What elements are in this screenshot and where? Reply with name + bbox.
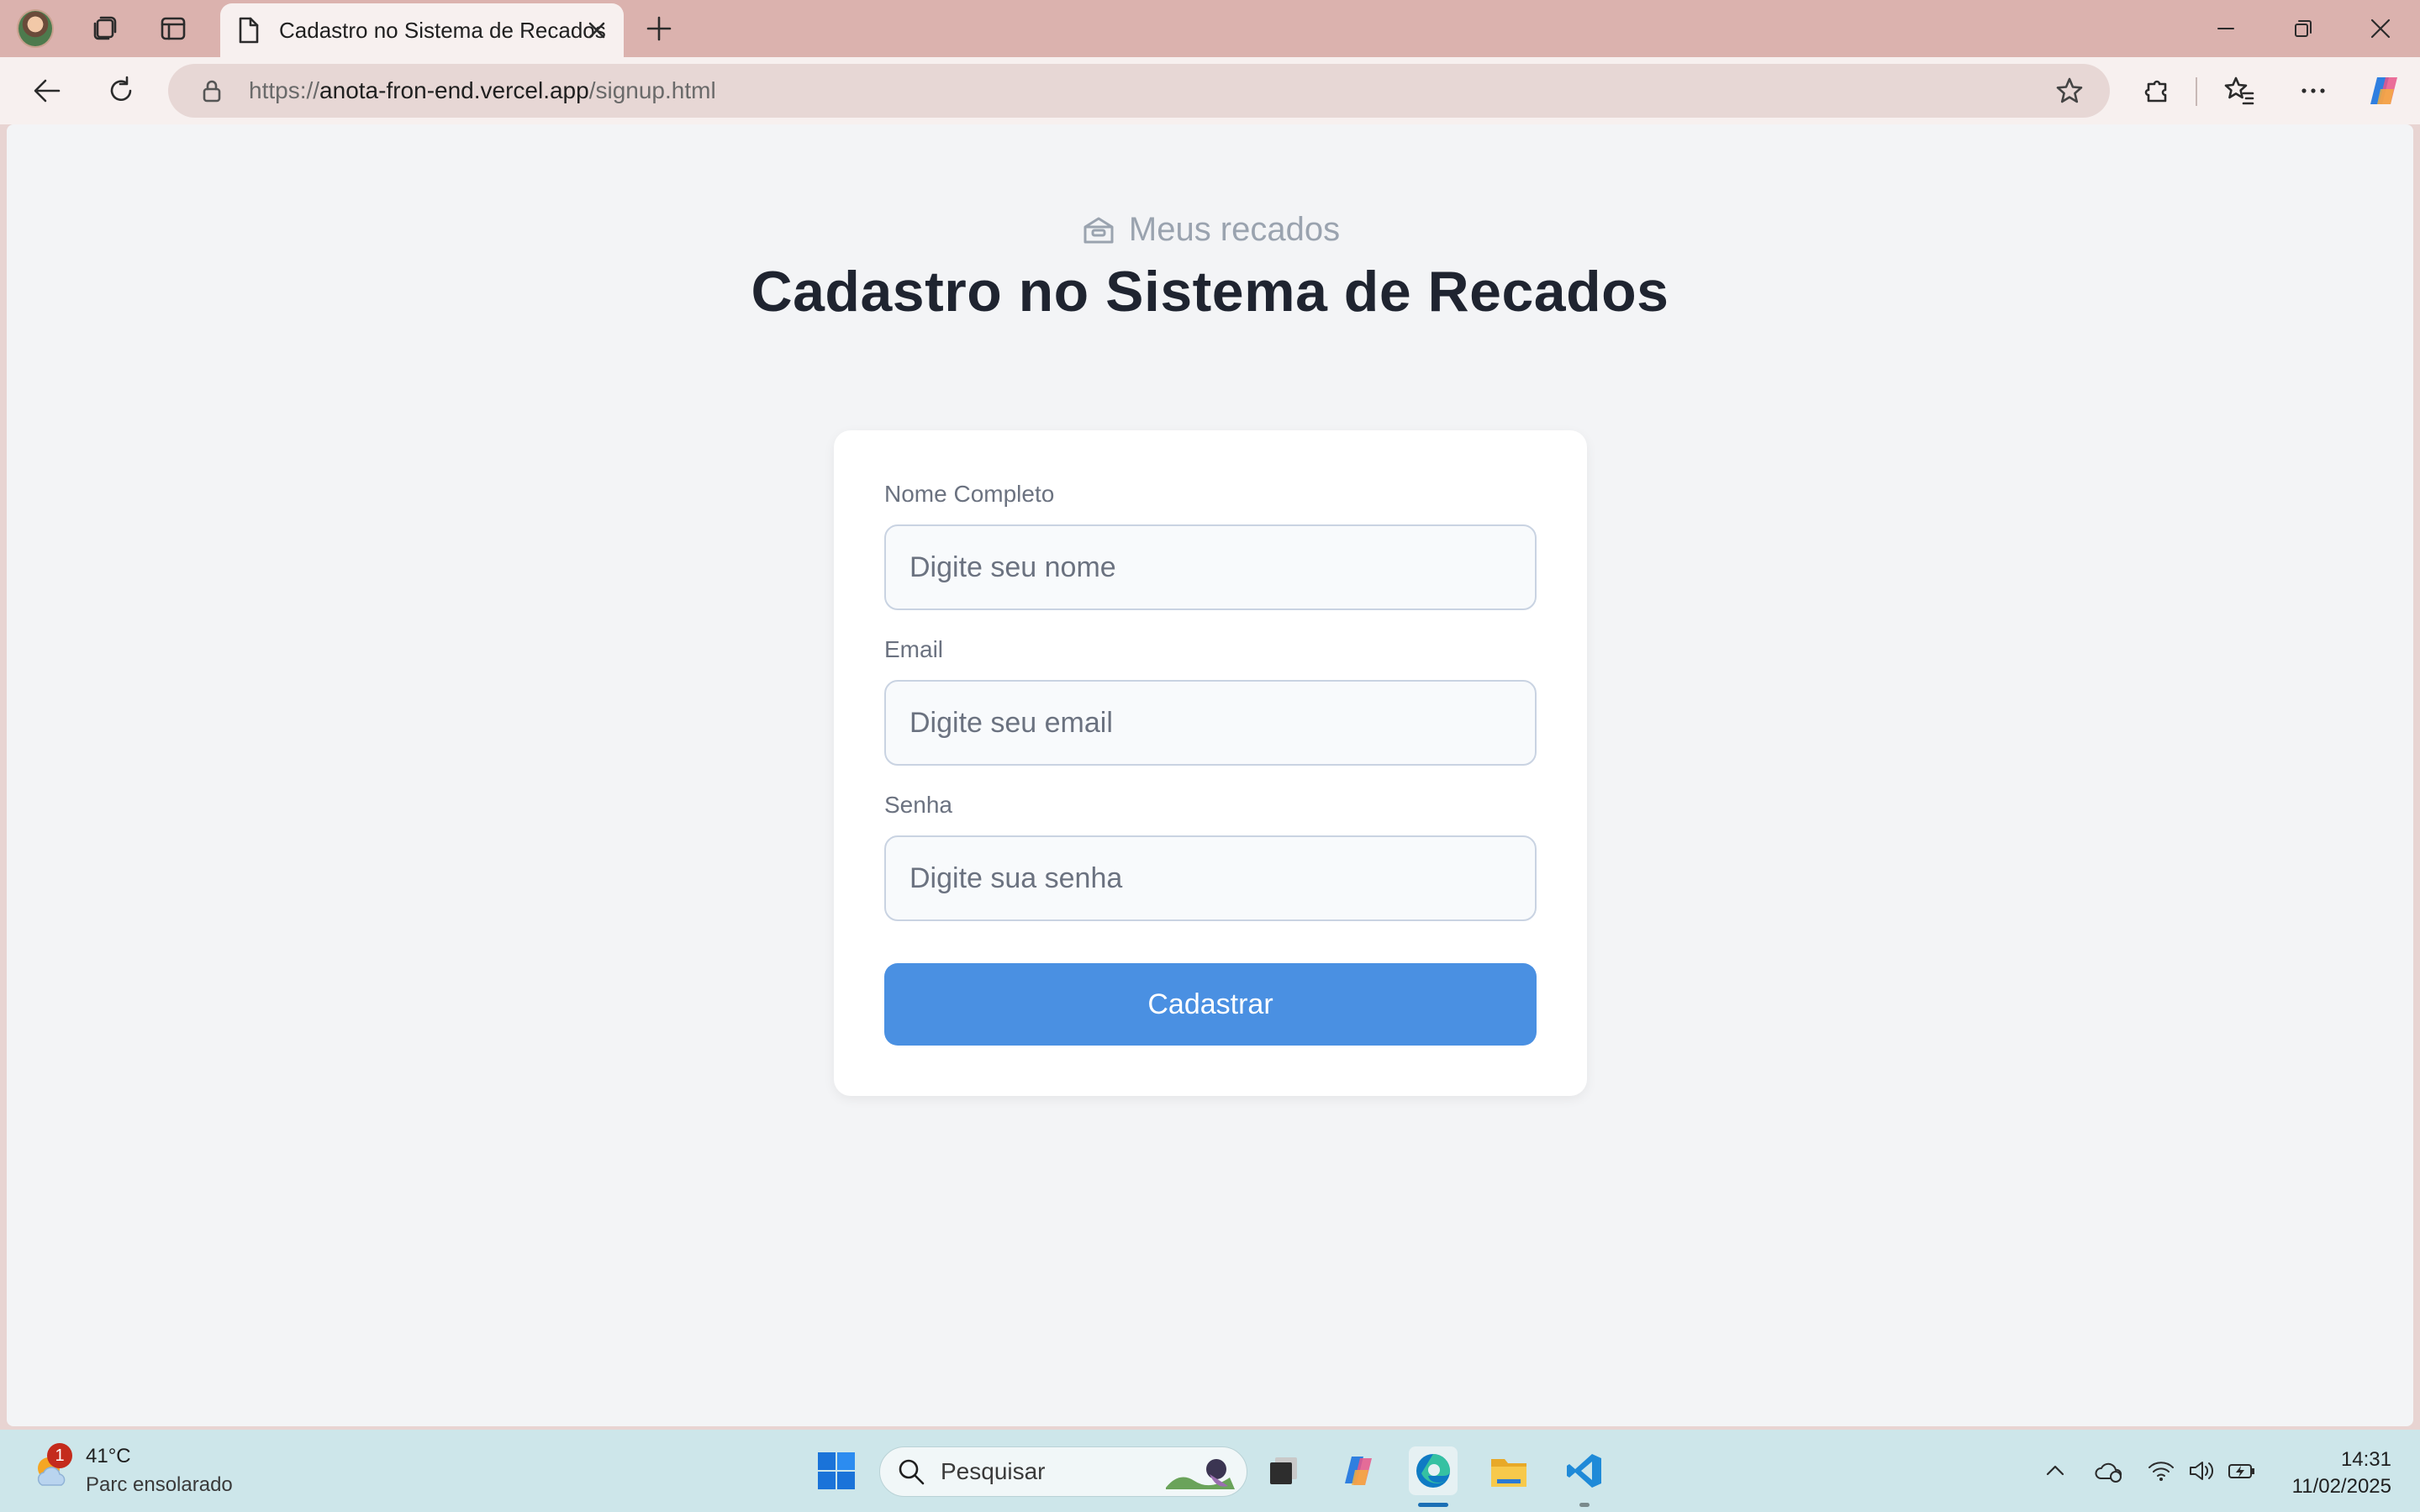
archive-box-icon [1083, 217, 1114, 243]
cloud-sync-icon [2095, 1462, 2122, 1483]
email-label: Email [884, 636, 944, 662]
more-options-button[interactable] [2293, 71, 2333, 111]
close-window-button[interactable] [2362, 10, 2399, 47]
browser-title-bar: Cadastro no Sistema de Recados [0, 0, 2420, 57]
browser-toolbar: https://anota-fron-end.vercel.app/signup… [0, 57, 2420, 124]
workspaces-button[interactable] [86, 10, 123, 47]
task-view-icon [1270, 1457, 1297, 1484]
back-arrow-icon [34, 79, 61, 103]
folder-icon [1491, 1459, 1526, 1487]
minimize-icon [2217, 28, 2234, 29]
tray-battery[interactable] [2226, 1455, 2258, 1487]
url-scheme: https:// [249, 77, 320, 103]
vscode-icon [1567, 1454, 1601, 1488]
tray-onedrive[interactable] [2093, 1455, 2125, 1487]
lock-icon [203, 80, 221, 103]
weather-badge: 1 [47, 1443, 72, 1468]
speaker-icon [2190, 1462, 2214, 1480]
tray-volume[interactable] [2185, 1455, 2217, 1487]
page-viewport: Meus recados Cadastro no Sistema de Reca… [7, 124, 2413, 1426]
weather-icon: 1 [32, 1443, 74, 1492]
taskbar: 1 41°C Parc ensolarado Pesquisar 14:31 1… [0, 1430, 2420, 1512]
weather-widget[interactable]: 1 41°C Parc ensolarado [32, 1443, 233, 1499]
new-tab-button[interactable] [641, 10, 677, 47]
weather-temperature: 41°C [86, 1445, 131, 1467]
page-icon [239, 17, 259, 44]
reload-button[interactable] [101, 71, 141, 111]
copilot-button[interactable] [2364, 71, 2404, 111]
chevron-up-icon [2046, 1465, 2064, 1476]
vertical-tabs-button[interactable] [155, 10, 192, 47]
puzzle-icon [2144, 80, 2167, 103]
back-button[interactable] [27, 71, 67, 111]
email-field[interactable] [884, 680, 1537, 766]
taskbar-app-edge[interactable] [1409, 1446, 1458, 1507]
toolbar-divider [2196, 77, 2197, 106]
avatar [17, 9, 54, 48]
favorites-icon [2224, 76, 2254, 105]
name-field[interactable] [884, 524, 1537, 610]
vertical-tabs-icon [161, 17, 186, 40]
start-button[interactable] [812, 1446, 861, 1495]
clock-date: 11/02/2025 [2291, 1475, 2391, 1498]
search-placeholder: Pesquisar [941, 1458, 1046, 1484]
restore-icon [2295, 20, 2312, 37]
restore-window-button[interactable] [2285, 10, 2322, 47]
minimize-window-button[interactable] [2207, 10, 2244, 47]
ellipsis-icon [2301, 88, 2325, 93]
running-indicator [1418, 1503, 1448, 1507]
wifi-icon [2148, 1462, 2174, 1481]
url-path: /signup.html [588, 77, 716, 103]
favorites-button[interactable] [2219, 71, 2259, 111]
taskbar-search[interactable]: Pesquisar [879, 1446, 1247, 1497]
register-button[interactable]: Cadastrar [884, 963, 1537, 1046]
close-tab-button[interactable] [583, 17, 610, 44]
close-icon [588, 22, 605, 39]
tray-wifi[interactable] [2145, 1455, 2177, 1487]
brand: Meus recados [7, 211, 2413, 249]
profile-avatar[interactable] [17, 9, 54, 48]
clock-time: 14:31 [2340, 1448, 2391, 1471]
tab-title: Cadastro no Sistema de Recados [279, 17, 606, 43]
taskbar-app-task-view[interactable] [1259, 1446, 1308, 1495]
tab-active[interactable]: Cadastro no Sistema de Recados [220, 3, 624, 57]
taskbar-app-copilot[interactable] [1335, 1446, 1384, 1495]
weather-condition: Parc ensolarado [86, 1473, 233, 1496]
name-label: Nome Completo [884, 481, 1055, 507]
search-icon [899, 1459, 925, 1485]
copilot-icon [1345, 1457, 1372, 1485]
show-hidden-icons-button[interactable] [2039, 1455, 2071, 1487]
taskbar-clock[interactable]: 14:31 11/02/2025 [2292, 1446, 2391, 1500]
password-field[interactable] [884, 835, 1537, 921]
signup-form: Nome Completo Email Senha Cadastrar [834, 430, 1587, 1096]
plus-icon [646, 16, 672, 41]
taskbar-app-vscode[interactable] [1560, 1446, 1609, 1507]
brand-text: Meus recados [1128, 211, 1341, 248]
url-text: https://anota-fron-end.vercel.app/signup… [249, 77, 716, 104]
password-label: Senha [884, 792, 952, 818]
copilot-icon [2370, 77, 2397, 104]
workspaces-icon [93, 16, 117, 40]
page-title: Cadastro no Sistema de Recados [751, 260, 1669, 324]
extensions-button[interactable] [2137, 71, 2177, 111]
url-host: anota-fron-end.vercel.app [319, 77, 589, 103]
taskbar-app-file-explorer[interactable] [1484, 1446, 1533, 1495]
address-bar[interactable]: https://anota-fron-end.vercel.app/signup… [168, 64, 2110, 118]
close-icon [2370, 18, 2391, 39]
search-highlight-illustration-icon [1166, 1459, 1235, 1489]
battery-charging-icon [2228, 1464, 2254, 1478]
windows-start-icon [818, 1452, 855, 1489]
running-indicator [1579, 1503, 1590, 1507]
star-icon[interactable] [2054, 76, 2085, 106]
reload-icon [110, 76, 132, 102]
edge-icon [1416, 1454, 1450, 1488]
